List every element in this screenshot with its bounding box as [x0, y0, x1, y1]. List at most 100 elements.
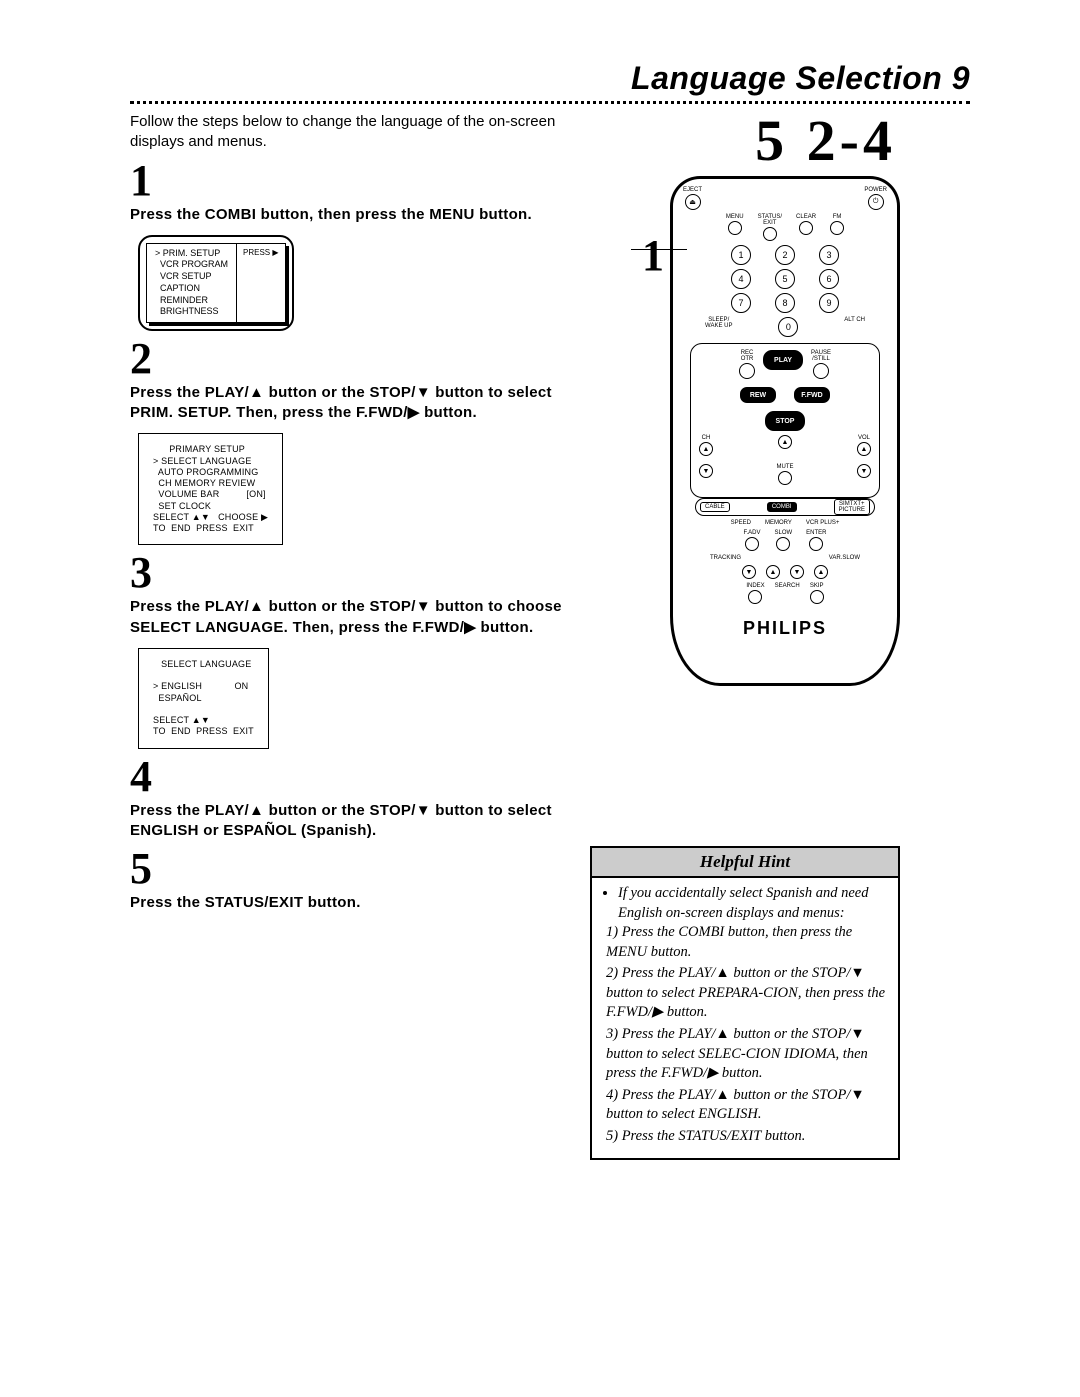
ch-up-icon [699, 442, 713, 456]
clear-button-icon [799, 221, 813, 235]
mute-label: MUTE [777, 464, 794, 470]
step-4-number: 4 [130, 755, 570, 799]
index-button-icon [748, 590, 762, 604]
step-2-text: Press the PLAY/▲ button or the STOP/▼ bu… [130, 383, 570, 424]
step-3-text: Press the PLAY/▲ button or the STOP/▼ bu… [130, 597, 570, 638]
enter-label: ENTER [806, 530, 826, 536]
step-5-number: 5 [130, 847, 570, 891]
brand-logo: PHILIPS [743, 618, 827, 639]
hint-line-3: 3) Press the PLAY/▲ button or the STOP/▼… [606, 1025, 888, 1084]
clear-label: CLEAR [796, 214, 816, 220]
mode-bar: CABLE COMBI SIMTXT+ PICTURE [695, 498, 875, 516]
tracking-up-icon [766, 565, 780, 579]
step-5-text: Press the STATUS/EXIT button. [130, 893, 570, 913]
search-label: SEARCH [775, 583, 800, 589]
speed-label: SPEED [731, 520, 751, 526]
osd1-menu-list: > PRIM. SETUP VCR PROGRAM VCR SETUP CAPT… [147, 244, 236, 322]
vol-down-icon [857, 464, 871, 478]
ch-label: CH [702, 435, 711, 441]
pause-button-icon [813, 363, 829, 379]
transport-group: REC OTR PLAY PAUSE /STILL REW F.FWD STOP… [690, 343, 880, 498]
menu-button-icon [728, 221, 742, 235]
osd-screen-2: PRIMARY SETUP > SELECT LANGUAGE AUTO PRO… [138, 433, 570, 545]
power-label: POWER [864, 187, 887, 193]
remote-control-diagram: EJECT⏏ POWER⏻ MENU STATUS/ EXIT CLEAR FM… [670, 176, 900, 686]
digit-6: 6 [819, 269, 839, 289]
ffwd-button: F.FWD [794, 387, 830, 403]
eject-label: EJECT [683, 187, 702, 193]
status-exit-button-icon [763, 227, 777, 241]
varslow-up-icon [814, 565, 828, 579]
manual-page: Language Selection 9 Follow the steps be… [0, 0, 1080, 1220]
vol-up2-icon [857, 442, 871, 456]
callout-number-1: 1 [642, 234, 664, 278]
fm-button-icon [830, 221, 844, 235]
tracking-down-icon [742, 565, 756, 579]
hint-line-5: 5) Press the STATUS/EXIT button. [606, 1127, 888, 1147]
digit-8: 8 [775, 293, 795, 313]
play-button: PLAY [763, 350, 803, 370]
memory-label: MEMORY [765, 520, 792, 526]
osd-screen-1: > PRIM. SETUP VCR PROGRAM VCR SETUP CAPT… [138, 235, 570, 331]
osd-screen-3: SELECT LANGUAGE > ENGLISH ON ESPAÑOL SEL… [138, 648, 570, 749]
step-1-number: 1 [130, 159, 570, 203]
vcrplus-label: VCR PLUS+ [806, 520, 840, 526]
power-button-icon: ⏻ [868, 194, 884, 210]
rec-label: REC OTR [741, 350, 754, 362]
simtxt-label: SIMTXT+ PICTURE [834, 499, 870, 515]
fadv-button-icon [745, 537, 759, 551]
skip-button-icon [810, 590, 824, 604]
sleep-label: SLEEP/ WAKE UP [705, 317, 732, 329]
rew-button: REW [740, 387, 776, 403]
enter-button-icon [809, 537, 823, 551]
varslow-label: VAR.SLOW [829, 555, 860, 561]
varslow-down-icon [790, 565, 804, 579]
helpful-hint-title: Helpful Hint [592, 848, 898, 878]
digit-1: 1 [731, 245, 751, 265]
helpful-hint-body: If you accidentally select Spanish and n… [592, 878, 898, 1158]
step-3-number: 3 [130, 551, 570, 595]
slow-label: SLOW [775, 530, 793, 536]
digit-0: 0 [778, 317, 798, 337]
callout-numbers-top: 5 2-4 [590, 112, 900, 170]
helpful-hint-box: Helpful Hint If you accidentally select … [590, 846, 900, 1160]
osd3-body: SELECT LANGUAGE > ENGLISH ON ESPAÑOL SEL… [138, 648, 269, 749]
menu-label: MENU [726, 214, 744, 220]
fadv-label: F.ADV [743, 530, 760, 536]
osd1-press-label: PRESS ▶ [236, 244, 285, 322]
cable-label: CABLE [700, 502, 730, 512]
status-exit-label: STATUS/ EXIT [758, 214, 782, 226]
combi-label: COMBI [767, 502, 797, 512]
hint-line-4: 4) Press the PLAY/▲ button or the STOP/▼… [606, 1086, 888, 1125]
step-1-text: Press the COMBI button, then press the M… [130, 205, 570, 225]
osd2-body: PRIMARY SETUP > SELECT LANGUAGE AUTO PRO… [138, 433, 283, 545]
hint-line-2: 2) Press the PLAY/▲ button or the STOP/▼… [606, 964, 888, 1023]
digit-2: 2 [775, 245, 795, 265]
right-column: 5 2-4 1 EJECT⏏ POWER⏻ MENU STATUS/ EXIT … [590, 112, 900, 1160]
digit-9: 9 [819, 293, 839, 313]
digit-4: 4 [731, 269, 751, 289]
vol-label: VOL [858, 435, 870, 441]
altch-label: ALT CH [844, 317, 865, 323]
digit-3: 3 [819, 245, 839, 265]
ch-down-icon [699, 464, 713, 478]
tracking-label: TRACKING [710, 555, 741, 561]
page-title: Language Selection 9 [130, 60, 970, 97]
dotted-rule [130, 101, 970, 104]
digit-5: 5 [775, 269, 795, 289]
vol-up-icon [778, 435, 792, 449]
rec-button-icon [739, 363, 755, 379]
step-2-number: 2 [130, 337, 570, 381]
pause-label: PAUSE /STILL [811, 350, 831, 362]
index-label: INDEX [746, 583, 764, 589]
eject-button-icon: ⏏ [685, 194, 701, 210]
callout-leader-line [631, 249, 687, 250]
digit-7: 7 [731, 293, 751, 313]
hint-line-1: 1) Press the COMBI button, then press th… [606, 923, 888, 962]
step-4-text: Press the PLAY/▲ button or the STOP/▼ bu… [130, 801, 570, 842]
left-column: Follow the steps below to change the lan… [130, 112, 570, 913]
intro-text: Follow the steps below to change the lan… [130, 112, 570, 153]
mute-button-icon [778, 471, 792, 485]
skip-label: SKIP [810, 583, 824, 589]
fm-label: FM [833, 214, 842, 220]
